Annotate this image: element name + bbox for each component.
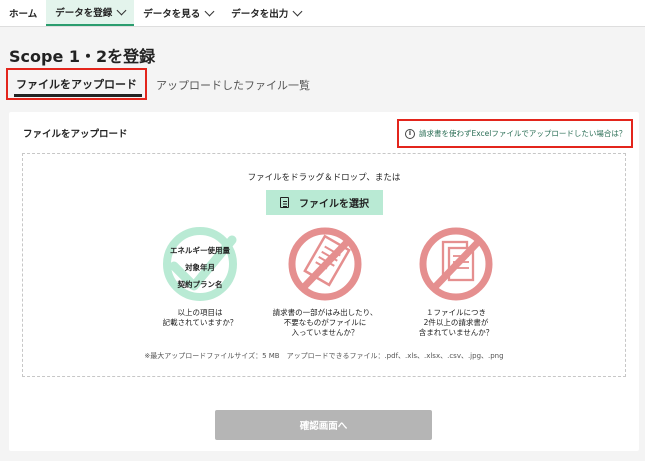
info-icon: i: [405, 128, 415, 139]
nav-home[interactable]: ホーム: [0, 0, 46, 26]
top-nav: ホーム データを登録 データを見る データを出力: [0, 0, 645, 27]
nav-export-data-label: データを出力: [231, 9, 289, 20]
no-multiple-documents-icon: [419, 227, 493, 301]
caption-line: １ファイルにつき: [426, 308, 486, 317]
card-title: ファイルをアップロード: [23, 129, 128, 140]
file-dropzone[interactable]: ファイルをドラッグ＆ドロップ、または ファイルを選択 エネルギー使用量 対象年月…: [22, 153, 626, 377]
active-tab-indicator: [14, 94, 142, 97]
file-requirements-note: ※最大アップロードファイルサイズ：5 MB アップロードできるファイル：.pdf…: [144, 352, 504, 360]
nav-register-data[interactable]: データを登録: [46, 0, 135, 26]
chevron-down-icon: [116, 5, 127, 15]
label-energy-usage: エネルギー使用量: [170, 246, 230, 255]
excel-upload-help-link[interactable]: i 請求書を使わずExcelファイルでアップロードしたい場合は？: [397, 119, 633, 148]
no-cropped-document-icon: [288, 227, 362, 301]
dropzone-prompt: ファイルをドラッグ＆ドロップ、または: [247, 173, 401, 183]
guide-multiple-invoices: １ファイルにつき 2件以上の請求書が 含まれていませんか？: [376, 226, 536, 338]
caption-line: 2件以上の請求書が: [423, 318, 489, 328]
tab-uploaded-files[interactable]: アップロードしたファイル一覧: [156, 77, 310, 93]
nav-home-label: ホーム: [9, 9, 38, 20]
excel-upload-help-text: 請求書を使わずExcelファイルでアップロードしたい場合は？: [419, 129, 627, 138]
document-icon: [280, 197, 289, 208]
nav-export-data[interactable]: データを出力: [222, 0, 310, 26]
select-file-label: ファイルを選択: [299, 199, 369, 210]
caption-line: 含まれていませんか？: [418, 328, 494, 338]
chevron-down-icon: [204, 6, 215, 16]
nav-view-data-label: データを見る: [143, 9, 201, 20]
tab-upload-file-label: ファイルをアップロード: [16, 78, 137, 91]
label-target-month: 対象年月: [185, 263, 215, 272]
required-item-labels: エネルギー使用量 対象年月 契約プラン名: [162, 242, 238, 293]
label-contract-plan: 契約プラン名: [177, 280, 223, 289]
nav-register-data-label: データを登録: [55, 8, 113, 19]
confirm-screen-button[interactable]: 確認画面へ: [215, 410, 432, 440]
page-title: Scope 1・2を登録: [9, 47, 156, 66]
upload-card: ファイルをアップロード i 請求書を使わずExcelファイルでアップロードしたい…: [9, 112, 639, 451]
nav-view-data[interactable]: データを見る: [134, 0, 222, 26]
guide-caption: １ファイルにつき 2件以上の請求書が 含まれていませんか？: [376, 308, 536, 338]
select-file-button[interactable]: ファイルを選択: [266, 190, 383, 215]
chevron-down-icon: [292, 6, 303, 16]
